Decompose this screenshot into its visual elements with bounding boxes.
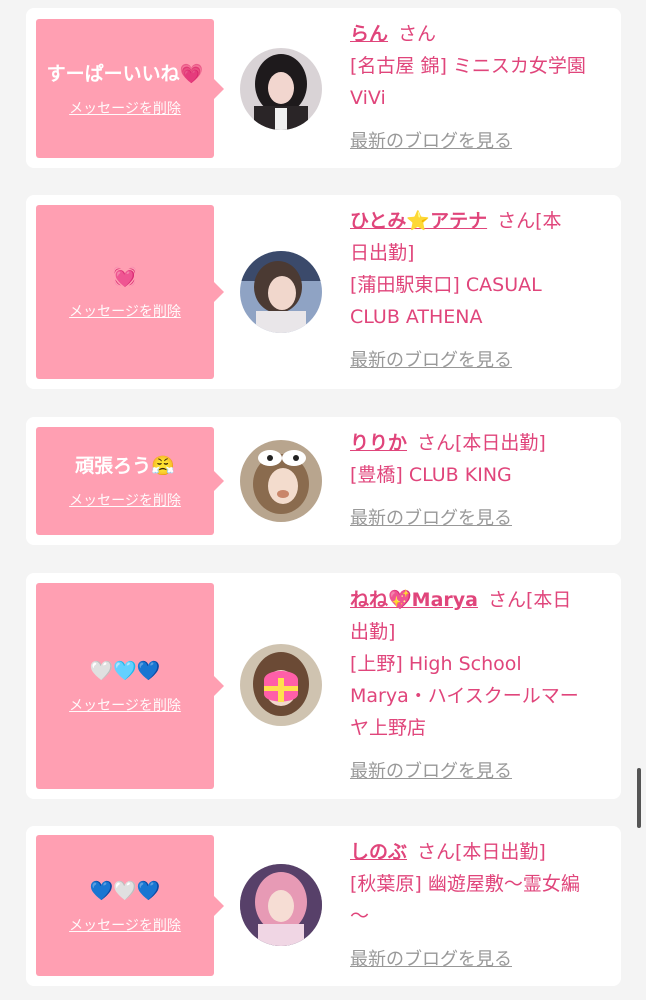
latest-blog-link[interactable]: 最新のブログを見る (350, 345, 512, 377)
message-card: 💓 メッセージを削除 ひとみ⭐アテナ さん[本 日出勤] [蒲田駅東口] CASU… (26, 195, 621, 389)
avatar-photo-icon (240, 644, 322, 726)
honorific-text: さん[本 (497, 210, 562, 232)
shop-line: [秋葉原] 幽遊屋敷〜霊女編 (350, 873, 580, 895)
delete-message-link[interactable]: メッセージを削除 (69, 98, 181, 118)
girl-info: らん さん [名古屋 錦] ミニスカ女学園 ViVi 最新のブログを見る (350, 18, 612, 158)
delete-message-link[interactable]: メッセージを削除 (69, 490, 181, 510)
girl-name-link[interactable]: ひとみ⭐アテナ (350, 210, 487, 232)
message-bubble: 🤍🩵💙 メッセージを削除 (36, 583, 224, 789)
girl-info: りりか さん[本日出勤] [豊橋] CLUB KING 最新のブログを見る (350, 427, 612, 535)
shop-line: ヤ上野店 (350, 717, 427, 739)
honorific-text: さん (398, 23, 437, 45)
shop-line: CLUB ATHENA (350, 306, 483, 328)
avatar-photo-icon (240, 864, 322, 946)
message-bubble: 頑張ろう😤 メッセージを削除 (36, 427, 224, 535)
message-text: 🤍🩵💙 (89, 660, 161, 682)
girl-info: ひとみ⭐アテナ さん[本 日出勤] [蒲田駅東口] CASUAL CLUB ATH… (350, 205, 612, 377)
latest-blog-link[interactable]: 最新のブログを見る (350, 944, 512, 976)
message-list-page: すーぱーいいね💗 メッセージを削除 らん さん [名古屋 錦] ミニスカ女学園 V… (0, 0, 646, 1000)
message-card: 💙🤍💙 メッセージを削除 しのぶ さん[本日出勤] [秋葉原] 幽遊屋敷〜霊女編 … (26, 826, 621, 986)
girl-name-link[interactable]: らん (350, 23, 388, 45)
avatar-photo-icon (240, 251, 322, 333)
delete-message-link[interactable]: メッセージを削除 (69, 301, 181, 321)
message-text: すーぱーいいね💗 (46, 62, 204, 85)
message-text: 💓 (113, 266, 137, 288)
avatar[interactable] (240, 864, 322, 946)
honorific-text: さん[本日 (487, 589, 572, 611)
avatar-photo-icon (240, 48, 322, 130)
shop-line: Marya・ハイスクールマー (350, 685, 579, 707)
avatar-photo-icon (240, 440, 322, 522)
girl-info: しのぶ さん[本日出勤] [秋葉原] 幽遊屋敷〜霊女編 〜 最新のブログを見る (350, 836, 612, 976)
avatar[interactable] (240, 48, 322, 130)
shop-line: ViVi (350, 87, 386, 109)
shop-line: [上野] High School (350, 653, 522, 675)
delete-message-link[interactable]: メッセージを削除 (69, 915, 181, 935)
message-text: 💙🤍💙 (89, 879, 161, 902)
shop-line: 日出勤] (350, 242, 415, 264)
message-card: 🤍🩵💙 メッセージを削除 ねね💖Marya さん[本日 出勤] [上野] High… (26, 573, 621, 799)
girl-info: ねね💖Marya さん[本日 出勤] [上野] High School Marya… (350, 584, 612, 788)
message-bubble: 💓 メッセージを削除 (36, 205, 224, 379)
honorific-text: さん[本日出勤] (417, 432, 546, 454)
scrollbar[interactable] (637, 768, 641, 828)
latest-blog-link[interactable]: 最新のブログを見る (350, 503, 512, 535)
message-card: 頑張ろう😤 メッセージを削除 りりか さん[本日出勤] [豊橋] CLUB KIN… (26, 417, 621, 545)
shop-line: [名古屋 錦] ミニスカ女学園 (350, 55, 586, 77)
latest-blog-link[interactable]: 最新のブログを見る (350, 126, 512, 158)
message-bubble: すーぱーいいね💗 メッセージを削除 (36, 19, 224, 158)
shop-line: [豊橋] CLUB KING (350, 464, 512, 486)
avatar[interactable] (240, 251, 322, 333)
message-card: すーぱーいいね💗 メッセージを削除 らん さん [名古屋 錦] ミニスカ女学園 V… (26, 8, 621, 168)
message-text: 頑張ろう😤 (75, 455, 175, 477)
honorific-text: さん[本日出勤] (417, 841, 546, 863)
shop-line: 出勤] (350, 621, 396, 643)
girl-name-link[interactable]: しのぶ (350, 841, 407, 863)
delete-message-link[interactable]: メッセージを削除 (69, 695, 181, 715)
shop-line: [蒲田駅東口] CASUAL (350, 274, 542, 296)
avatar[interactable] (240, 644, 322, 726)
girl-name-link[interactable]: りりか (350, 432, 407, 454)
latest-blog-link[interactable]: 最新のブログを見る (350, 756, 512, 788)
shop-line: 〜 (350, 905, 370, 927)
girl-name-link[interactable]: ねね💖Marya (350, 589, 478, 611)
avatar[interactable] (240, 440, 322, 522)
message-bubble: 💙🤍💙 メッセージを削除 (36, 835, 224, 976)
